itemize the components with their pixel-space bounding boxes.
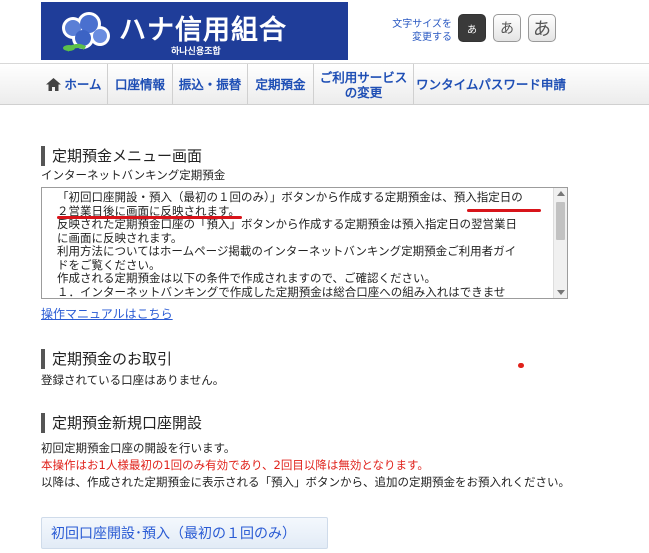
nav-account-info[interactable]: 口座情報 (108, 64, 173, 105)
annotation-underline (467, 209, 541, 212)
nav-fixed-deposit[interactable]: 定期預金 (248, 64, 314, 105)
nav-one-time-password[interactable]: ワンタイムパスワード申請 (414, 64, 568, 105)
font-size-label: 文字サイズを変更する (392, 19, 452, 43)
font-size-small-button[interactable]: あ (458, 14, 486, 42)
notice-textarea[interactable]: 「初回口座開設・預入（最初の１回のみ）」ボタンから作成する定期預金は、預入指定日… (41, 187, 568, 299)
notice-line: 反映された定期預金口座の「預入」ボタンから作成する定期預金は預入指定日の翌営業日 (57, 217, 517, 231)
bank-logo[interactable]: ハナ信用組合 하나신용조합 (41, 2, 348, 60)
notice-content: 「初回口座開設・預入（最初の１回のみ）」ボタンから作成する定期預金は、預入指定日… (57, 190, 553, 299)
home-icon (46, 78, 62, 91)
new-account-desc: 初回定期預金口座の開設を行います。 (41, 441, 236, 455)
notice-line: ドをご覧ください。 (57, 257, 161, 272)
initial-open-deposit-button[interactable]: 初回口座開設･預入（最初の１回のみ） (41, 517, 328, 549)
nav-home[interactable]: ホーム (41, 64, 108, 105)
notice-line: 利用方法についてはホームページ掲載のインターネットバンキング定期預金ご利用者ガイ (57, 244, 517, 258)
nav-transfer[interactable]: 振込・振替 (173, 64, 248, 105)
manual-link[interactable]: 操作マニュアルはこちら (41, 305, 173, 322)
scroll-down-icon[interactable] (557, 290, 565, 295)
annotation-underline (57, 216, 242, 219)
logo-text: ハナ信用組合 (119, 15, 287, 46)
new-account-title: 定期預金新規口座開設 (41, 413, 202, 433)
scroll-thumb[interactable] (556, 202, 565, 240)
notice-line: 作成される定期預金は以下の条件で作成されますので、ご確認ください。 (57, 271, 437, 285)
font-size-large-button[interactable]: あ (528, 14, 556, 42)
transactions-title: 定期預金のお取引 (41, 349, 172, 369)
main-nav: ホーム 口座情報 振込・振替 定期預金 ご利用サービス の変更 ワンタイムパスワ… (0, 63, 649, 105)
nav-home-label: ホーム (64, 77, 102, 92)
notice-scrollbar[interactable] (553, 188, 567, 298)
nav-service-change[interactable]: ご利用サービス の変更 (314, 64, 414, 105)
font-size-medium-button[interactable]: あ (493, 14, 521, 42)
notice-line: に画面に反映されます。 (57, 230, 183, 245)
new-account-warning: 本操作はお1人様最初の1回のみ有効であり、2回目以降は無効となります。 (41, 458, 429, 472)
page-title: 定期預金メニュー画面 (41, 146, 202, 166)
annotation-dot (518, 363, 524, 368)
notice-line: １．インターネットバンキングで作成した定期預金は総合口座への組み入れはできませ (57, 284, 506, 299)
page-subtitle: インターネットバンキング定期預金 (41, 168, 226, 182)
logo-flower-icon (62, 12, 110, 52)
notice-line: 「初回口座開設・預入（最初の１回のみ）」ボタンから作成する定期預金は、預入指定日… (57, 190, 523, 204)
new-account-note: 以降は、作成された定期預金に表示される「預入」ボタンから、追加の定期預金をお預入… (41, 475, 570, 489)
logo-subtext: 하나신용조합 (171, 47, 221, 57)
no-accounts-message: 登録されている口座はありません。 (41, 373, 225, 387)
scroll-up-icon[interactable] (557, 191, 565, 196)
